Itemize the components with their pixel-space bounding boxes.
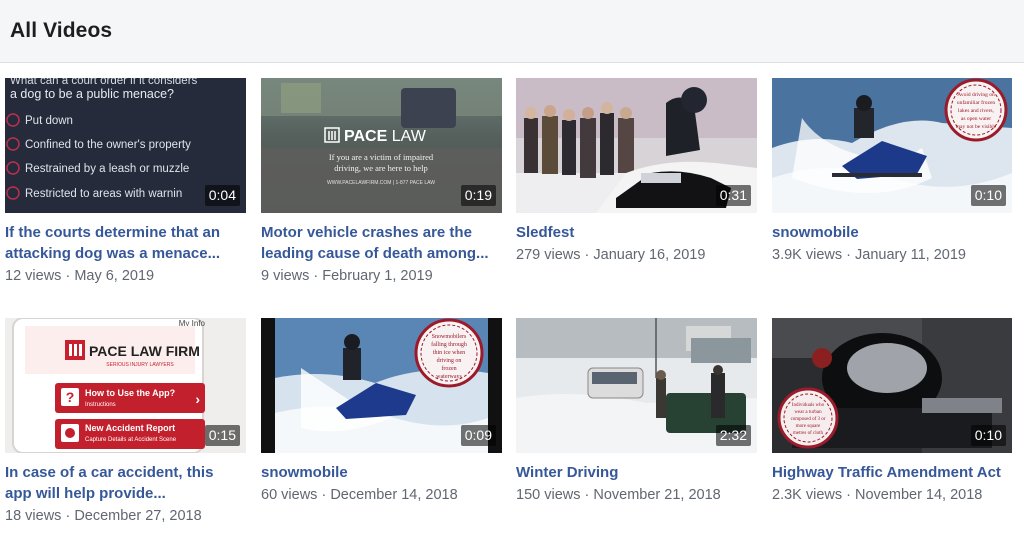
svg-text:Restricted to areas with warni: Restricted to areas with warnin [25, 188, 182, 200]
svg-text:composed of 3 or: composed of 3 or [791, 417, 826, 422]
svg-text:falling through: falling through [431, 341, 467, 348]
upload-date: November 21, 2018 [593, 487, 721, 503]
thumb-brand: PACE LAW [344, 128, 427, 145]
svg-text:wear a turban: wear a turban [794, 410, 822, 415]
view-count: 9 views [261, 268, 310, 284]
svg-text:metres of cloth: metres of cloth [793, 431, 823, 436]
video-title-link[interactable]: Highway Traffic Amendment Act [772, 462, 1008, 483]
separator: · [842, 247, 856, 263]
svg-text:WWW.PACELAWFIRM.COM | 1-877 PA: WWW.PACELAWFIRM.COM | 1-877 PACE LAW [327, 180, 435, 186]
video-duration: 0:04 [204, 185, 240, 206]
video-duration: 2:32 [715, 425, 751, 446]
view-count: 150 views [516, 487, 581, 503]
svg-text:Confined to the owner's proper: Confined to the owner's property [25, 139, 191, 151]
video-title-link[interactable]: Winter Driving [516, 462, 752, 483]
svg-text:Put down: Put down [25, 115, 73, 127]
svg-text:waterways: waterways [436, 374, 462, 380]
svg-text:Restrained by a leash or muzzl: Restrained by a leash or muzzle [25, 163, 189, 175]
video-thumbnail[interactable]: Individuals who wear a turban composed o… [772, 318, 1012, 453]
separator: · [317, 487, 331, 503]
video-meta: 12 views · May 6, 2019 [5, 267, 154, 286]
upload-date: February 1, 2019 [322, 268, 433, 284]
upload-date: November 14, 2018 [855, 487, 983, 503]
thumb-question-1: What can a court order if it considers [10, 78, 198, 87]
video-meta: 18 views · December 27, 2018 [5, 507, 202, 526]
svg-text:?: ? [66, 389, 75, 405]
video-meta: 60 views · December 14, 2018 [261, 486, 458, 505]
view-count: 18 views [5, 508, 62, 524]
separator: · [842, 487, 856, 503]
view-count: 60 views [261, 487, 318, 503]
view-count: 3.9K views [772, 247, 843, 263]
separator: · [61, 508, 75, 524]
video-duration: 0:10 [970, 185, 1006, 206]
separator: · [580, 247, 594, 263]
video-meta: 2.3K views · November 14, 2018 [772, 486, 982, 505]
svg-text:a dog to be a public menace?: a dog to be a public menace? [10, 87, 174, 101]
svg-text:How to Use the App?: How to Use the App? [85, 388, 175, 398]
svg-text:New Accident Report: New Accident Report [85, 423, 175, 433]
video-meta: 279 views · January 16, 2019 [516, 246, 705, 265]
svg-text:Snowmobilers: Snowmobilers [432, 334, 467, 340]
video-title-link[interactable]: In case of a car accident, this app will… [5, 462, 241, 504]
view-count: 2.3K views [772, 487, 843, 503]
video-duration: 0:31 [715, 185, 751, 206]
svg-text:lakes and rivers,: lakes and rivers, [958, 108, 995, 114]
video-title-link[interactable]: If the courts determine that an attackin… [5, 222, 241, 264]
svg-text:more square: more square [796, 424, 821, 429]
separator: · [309, 268, 323, 284]
upload-date: December 14, 2018 [330, 487, 458, 503]
video-duration: 0:15 [204, 425, 240, 446]
view-count: 279 views [516, 247, 581, 263]
video-duration: 0:10 [970, 425, 1006, 446]
upload-date: January 11, 2019 [855, 247, 966, 263]
video-thumbnail[interactable]: 2:32 [516, 318, 757, 453]
video-duration: 0:19 [460, 185, 496, 206]
svg-text:›: › [195, 391, 200, 407]
video-thumbnail[interactable]: My Info PACE LAW FIRM SERIOUS INJURY LAW… [5, 318, 246, 453]
svg-text:Avoid driving on: Avoid driving on [957, 92, 995, 98]
svg-text:unfamiliar frozen: unfamiliar frozen [957, 99, 996, 106]
separator: · [61, 268, 75, 284]
svg-text:Individuals who: Individuals who [792, 403, 825, 408]
svg-text:If you are a victim of impaire: If you are a victim of impaired [329, 152, 434, 162]
video-thumbnail[interactable]: What can a court order if it considers a… [5, 78, 246, 213]
video-thumbnail[interactable]: Avoid driving on unfamiliar frozen lakes… [772, 78, 1012, 213]
upload-date: December 27, 2018 [74, 508, 202, 524]
svg-text:as open water: as open water [961, 116, 991, 122]
video-title-link[interactable]: Motor vehicle crashes are the leading ca… [261, 222, 497, 264]
svg-text:Instructions: Instructions [85, 402, 116, 408]
upload-date: January 16, 2019 [593, 247, 706, 263]
page-header: All Videos [0, 0, 1024, 63]
video-title-link[interactable]: snowmobile [772, 222, 1008, 243]
view-count: 12 views [5, 268, 62, 284]
page-title: All Videos [10, 19, 113, 42]
svg-text:driving on: driving on [437, 358, 462, 364]
video-meta: 9 views · February 1, 2019 [261, 267, 433, 286]
video-duration: 0:09 [460, 425, 496, 446]
video-title-link[interactable]: snowmobile [261, 462, 497, 483]
video-thumbnail[interactable]: Snowmobilers falling through thin ice wh… [261, 318, 502, 453]
svg-text:driving, we are here to help: driving, we are here to help [334, 163, 427, 173]
video-meta: 150 views · November 21, 2018 [516, 486, 721, 505]
separator: · [580, 487, 594, 503]
video-thumbnail[interactable]: 0:31 [516, 78, 757, 213]
svg-text:What can a court order if it c: What can a court order if it considers [10, 78, 198, 87]
svg-text:thin ice when: thin ice when [433, 350, 465, 356]
svg-text:PACE LAW FIRM: PACE LAW FIRM [89, 343, 200, 359]
upload-date: May 6, 2019 [74, 268, 155, 284]
svg-text:SERIOUS INJURY LAWYERS: SERIOUS INJURY LAWYERS [106, 362, 174, 368]
svg-text:may not be visible: may not be visible [956, 124, 997, 130]
video-title-link[interactable]: Sledfest [516, 222, 752, 243]
video-meta: 3.9K views · January 11, 2019 [772, 246, 966, 265]
video-thumbnail[interactable]: PACE LAW If you are a victim of impaired… [261, 78, 502, 213]
svg-text:frozen: frozen [441, 365, 456, 372]
svg-text:Capture Details at Accident Sc: Capture Details at Accident Scene [85, 437, 177, 443]
